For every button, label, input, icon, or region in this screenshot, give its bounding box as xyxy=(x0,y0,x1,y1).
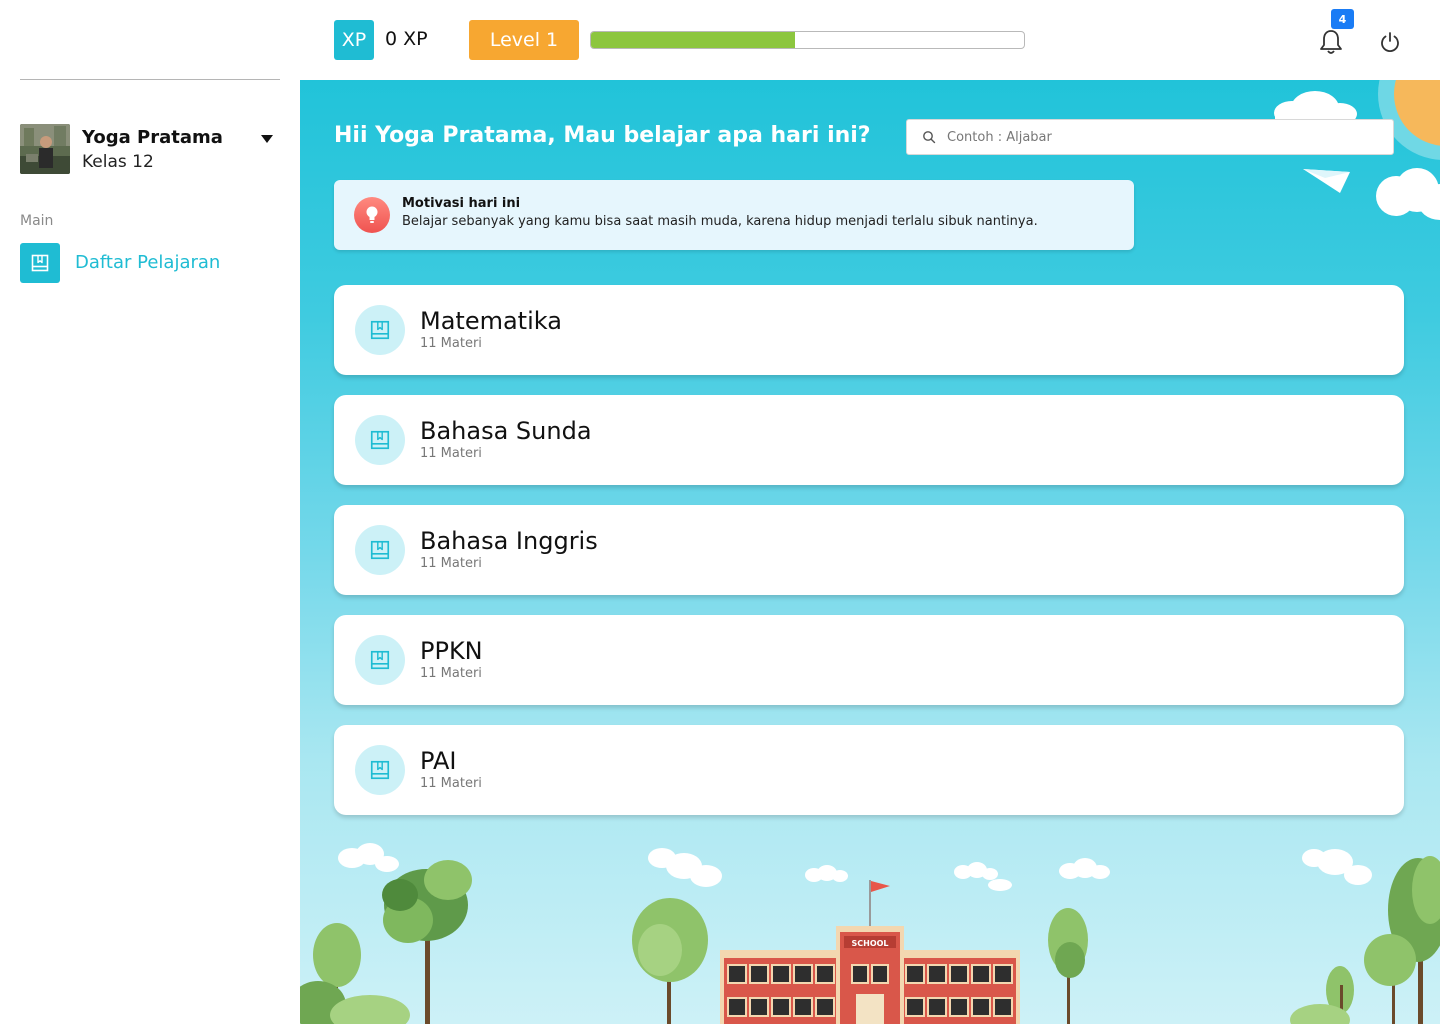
sidebar-section-label: Main xyxy=(20,213,54,229)
subject-card-bahasa-sunda[interactable]: Bahasa Sunda 11 Materi xyxy=(334,395,1404,485)
book-icon xyxy=(355,635,405,685)
subject-name: Bahasa Inggris xyxy=(420,527,598,555)
book-icon xyxy=(355,745,405,795)
sidebar-divider xyxy=(20,79,280,80)
trees-left-illustration xyxy=(300,860,708,1024)
book-icon xyxy=(355,525,405,575)
user-name: Yoga Pratama xyxy=(82,127,223,148)
subject-card-ppkn[interactable]: PPKN 11 Materi xyxy=(334,615,1404,705)
subject-count: 11 Materi xyxy=(420,336,482,351)
motivation-text: Belajar sebanyak yang kamu bisa saat mas… xyxy=(402,214,1038,229)
book-icon xyxy=(31,254,49,272)
school-sign: SCHOOL xyxy=(851,939,888,948)
lightbulb-icon xyxy=(354,197,390,233)
level-progress-fill xyxy=(591,32,795,48)
bell-icon[interactable] xyxy=(1318,28,1344,56)
xp-value: 0 XP xyxy=(385,28,428,50)
sidebar-item-daftar-pelajaran-icon-box[interactable] xyxy=(20,243,60,283)
subject-count: 11 Materi xyxy=(420,556,482,571)
sidebar: Yoga Pratama Kelas 12 Main Daftar Pelaja… xyxy=(0,0,300,1024)
subject-card-pai[interactable]: PAI 11 Materi xyxy=(334,725,1404,815)
book-icon xyxy=(355,415,405,465)
subject-count: 11 Materi xyxy=(420,776,482,791)
subject-count: 11 Materi xyxy=(420,446,482,461)
paper-plane-illustration xyxy=(1303,169,1350,193)
power-icon[interactable] xyxy=(1378,30,1402,54)
subject-name: PPKN xyxy=(420,637,483,665)
subject-card-bahasa-inggris[interactable]: Bahasa Inggris 11 Materi xyxy=(334,505,1404,595)
book-icon xyxy=(355,305,405,355)
motivation-title: Motivasi hari ini xyxy=(402,196,521,211)
search-icon xyxy=(923,131,936,144)
greeting-heading: Hii Yoga Pratama, Mau belajar apa hari i… xyxy=(334,123,871,148)
motivation-card: Motivasi hari ini Belajar sebanyak yang … xyxy=(334,180,1134,250)
avatar[interactable] xyxy=(20,124,70,174)
subject-count: 11 Materi xyxy=(420,666,482,681)
trees-right-illustration xyxy=(1048,856,1440,1024)
level-badge: Level 1 xyxy=(469,20,579,60)
subject-name: PAI xyxy=(420,747,457,775)
subject-name: Matematika xyxy=(420,307,562,335)
notification-count-badge: 4 xyxy=(1331,9,1354,29)
search-input[interactable] xyxy=(947,120,1387,154)
subject-name: Bahasa Sunda xyxy=(420,417,592,445)
user-menu-caret-icon[interactable] xyxy=(261,135,273,143)
subject-card-matematika[interactable]: Matematika 11 Materi xyxy=(334,285,1404,375)
xp-badge: XP xyxy=(334,20,374,60)
main-content: SCHOOL Hii Yoga Pratama, Mau belajar apa… xyxy=(300,80,1440,1024)
user-class: Kelas 12 xyxy=(82,152,154,172)
school-building-illustration: SCHOOL xyxy=(720,880,1020,1024)
sidebar-item-daftar-pelajaran[interactable]: Daftar Pelajaran xyxy=(75,252,220,273)
level-progress-bar xyxy=(590,31,1025,49)
search-bar[interactable] xyxy=(906,119,1394,155)
